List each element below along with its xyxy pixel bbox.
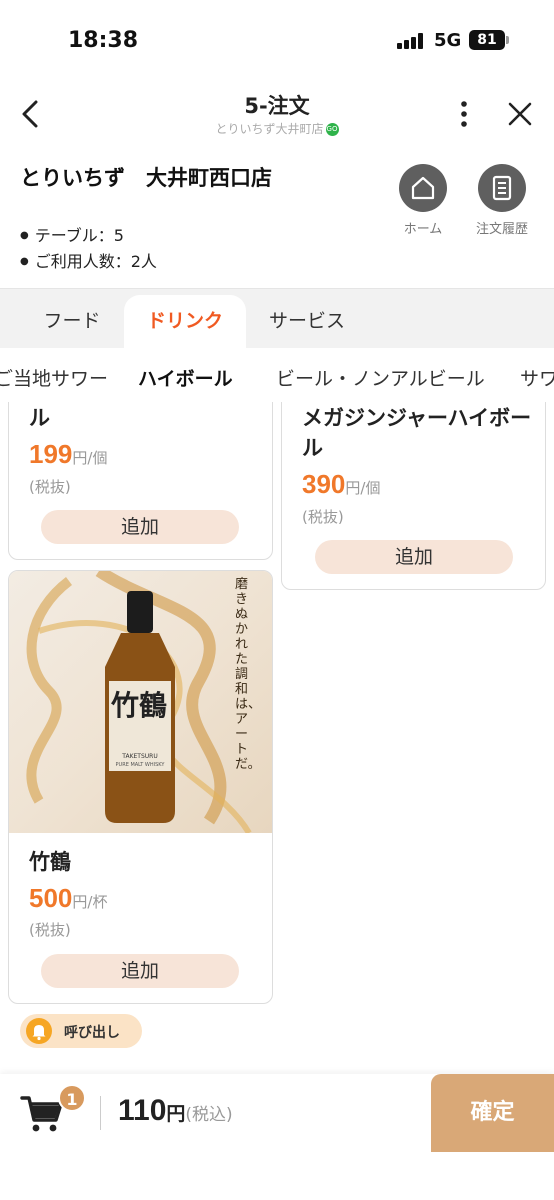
- status-bar: 18:38 5G 81: [0, 0, 554, 84]
- subcategory-beer[interactable]: ビール・ノンアルビール: [276, 364, 485, 391]
- product-price: 390円/個: [302, 469, 380, 500]
- home-icon: [399, 164, 447, 212]
- status-time: 18:38: [68, 28, 139, 53]
- product-name: ル: [29, 406, 50, 430]
- confirm-button[interactable]: 確定: [431, 1074, 554, 1152]
- product-price: 500円/杯: [29, 883, 107, 914]
- cart-bar: 1 110円(税込) 確定: [0, 1074, 554, 1200]
- tab-food[interactable]: フード: [20, 295, 124, 349]
- guest-count: ご利用人数：2人: [20, 248, 157, 272]
- home-button[interactable]: ホーム: [383, 164, 463, 237]
- product-name: メガジンジャーハイボール: [302, 406, 532, 460]
- subcategory-highball[interactable]: ハイボール: [136, 364, 235, 393]
- product-grid: ル 199円/個 (税抜) 追加 メガジンジャーハイボール 390円/個 (税抜…: [0, 402, 554, 1072]
- add-button[interactable]: 追加: [41, 954, 239, 988]
- network-type: 5G: [434, 30, 462, 51]
- price-unit: 円/杯: [72, 893, 108, 911]
- bottle-label-en: TAKETSURU: [122, 753, 158, 760]
- subcategory-bar: ご当地サワー ハイボール ビール・ノンアルビール サワ: [0, 348, 554, 402]
- call-staff-button[interactable]: 呼び出し: [20, 1014, 142, 1048]
- tax-note: (税抜): [29, 478, 71, 496]
- total-amount: 110: [118, 1094, 167, 1127]
- product-card[interactable]: メガジンジャーハイボール 390円/個 (税抜) 追加: [281, 402, 546, 590]
- price-value: 500: [29, 883, 73, 913]
- bottle-label-brand: 竹鶴: [110, 689, 167, 722]
- product-card[interactable]: ル 199円/個 (税抜) 追加: [8, 402, 273, 560]
- order-history-button[interactable]: 注文履歴: [462, 164, 542, 237]
- subcategory-local-sour[interactable]: ご当地サワー: [0, 364, 108, 391]
- bell-icon: [26, 1018, 52, 1044]
- shop-name: とりいちず大井町店: [215, 122, 324, 136]
- receipt-icon: [478, 164, 526, 212]
- price-unit: 円/個: [72, 449, 108, 467]
- category-tabs: フード ドリンク サービス: [0, 288, 554, 349]
- tax-note: (税抜): [29, 921, 71, 939]
- tab-service[interactable]: サービス: [246, 295, 368, 349]
- store-name: とりいちず 大井町西口店: [20, 166, 272, 190]
- close-icon[interactable]: [504, 98, 536, 130]
- total-currency: 円: [166, 1103, 186, 1125]
- app-header: 5-注文 とりいちず大井町店 GO: [0, 84, 554, 148]
- home-label: ホーム: [403, 222, 443, 237]
- cart-count-badge: 1: [58, 1084, 86, 1112]
- product-card[interactable]: 竹鶴 TAKETSURU PURE MALT WHISKY 磨きぬかれた調和は、…: [8, 570, 273, 1004]
- subcategory-sour[interactable]: サワ: [520, 364, 554, 391]
- table-number: テーブル：5: [20, 222, 124, 246]
- order-history-label: 注文履歴: [475, 222, 528, 237]
- add-button[interactable]: 追加: [41, 510, 239, 544]
- price-value: 199: [29, 439, 73, 469]
- divider: [100, 1096, 101, 1130]
- call-staff-label: 呼び出し: [64, 1025, 120, 1041]
- ad-tagline: 磨きぬかれた調和は、アートだ。: [235, 577, 262, 772]
- signal-icon: [397, 33, 427, 49]
- add-button[interactable]: 追加: [315, 540, 513, 574]
- product-price: 199円/個: [29, 439, 107, 470]
- store-info: とりいちず 大井町西口店 テーブル：5 ご利用人数：2人 ホーム 注文履歴: [0, 160, 554, 286]
- tax-note: (税抜): [302, 508, 344, 526]
- bottle-label-sub: PURE MALT WHISKY: [115, 762, 165, 768]
- tab-drink[interactable]: ドリンク: [124, 295, 246, 349]
- product-name: 竹鶴: [29, 850, 71, 874]
- price-value: 390: [302, 469, 346, 499]
- price-unit: 円/個: [345, 479, 381, 497]
- cart-total: 110円(税込): [118, 1094, 233, 1128]
- more-icon[interactable]: [454, 98, 474, 130]
- go-badge-icon: GO: [325, 123, 339, 136]
- battery-icon: 81: [469, 30, 509, 50]
- total-tax-label: (税込): [185, 1105, 233, 1125]
